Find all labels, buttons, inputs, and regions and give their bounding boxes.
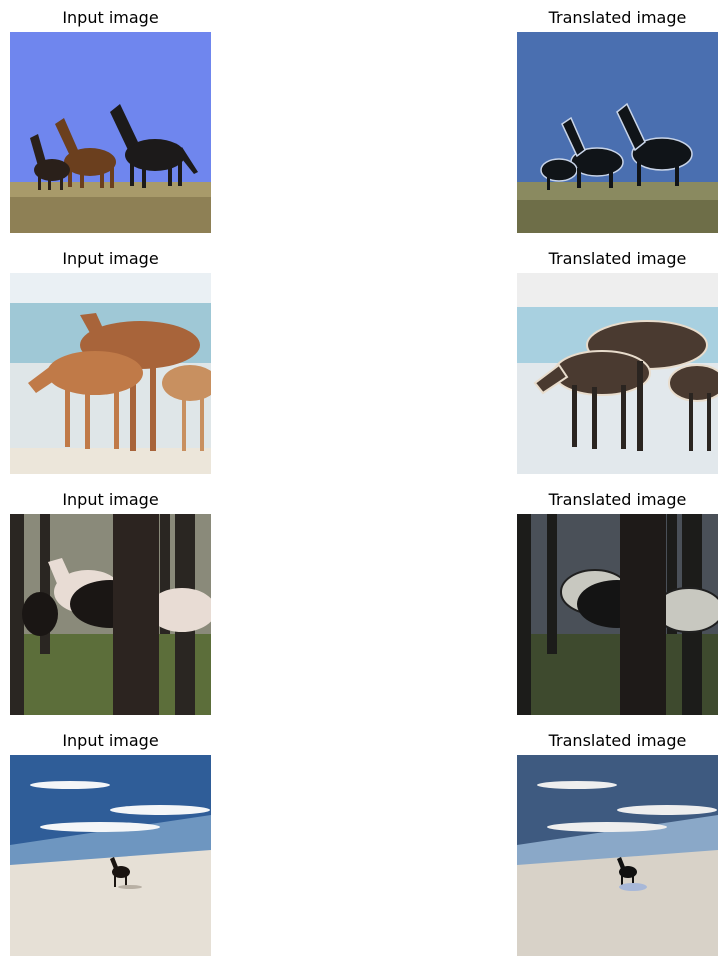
input-image-title: Input image	[62, 731, 159, 750]
translated-image-title: Translated image	[548, 8, 687, 27]
translated-image-title: Translated image	[548, 731, 687, 750]
translated-image-4	[517, 755, 718, 956]
input-image-1	[10, 32, 211, 233]
input-image-title: Input image	[62, 490, 159, 509]
input-image-4	[10, 755, 211, 956]
input-image-3	[10, 514, 211, 715]
translated-image-1	[517, 32, 718, 233]
translated-image-title: Translated image	[548, 490, 687, 509]
input-image-2	[10, 273, 211, 474]
input-image-title: Input image	[62, 249, 159, 268]
translated-image-3	[517, 514, 718, 715]
translated-image-title: Translated image	[548, 249, 687, 268]
translated-image-2	[517, 273, 718, 474]
input-image-title: Input image	[62, 8, 159, 27]
